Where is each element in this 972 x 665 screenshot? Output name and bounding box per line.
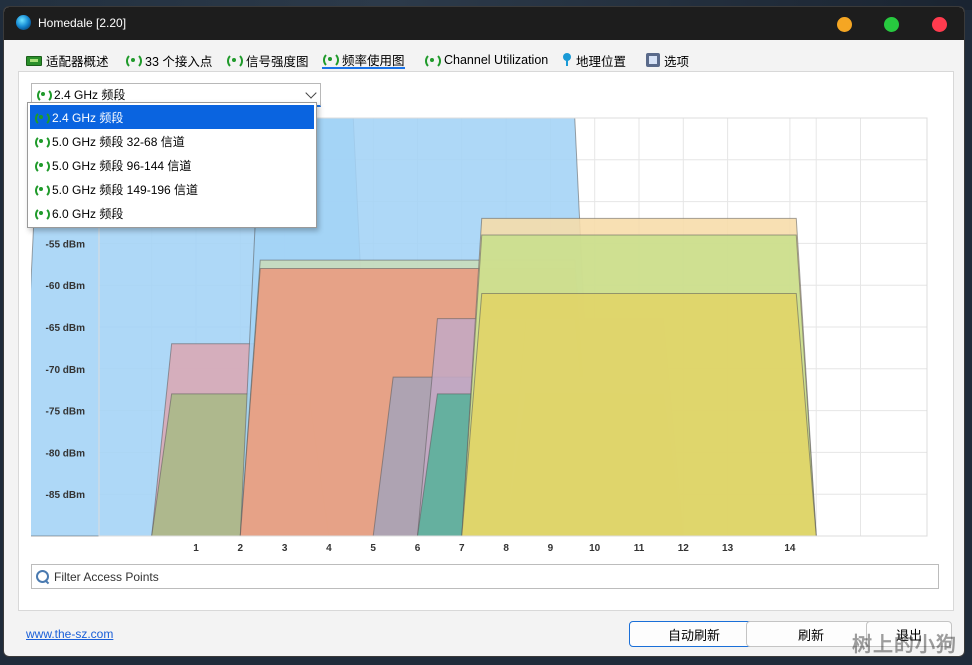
close-button[interactable]: [932, 17, 947, 32]
chevron-down-icon: [305, 87, 317, 99]
chart-x-tick-label: 5: [370, 543, 376, 554]
tab-label: 选项: [664, 54, 690, 69]
band-select-value: 2.4 GHz 频段: [54, 88, 126, 102]
signal-icon: [34, 134, 50, 150]
tab-label: 信号强度图: [246, 54, 309, 69]
tab-label: 适配器概述: [46, 54, 109, 69]
chart-x-tick-label: 11: [634, 543, 645, 554]
window-title: Homedale [2.20]: [38, 16, 127, 30]
chart-x-tick-label: 13: [722, 543, 734, 554]
band-option-label: 2.4 GHz 频段: [52, 110, 124, 125]
chart-x-tick-label: 6: [415, 543, 421, 554]
watermark: 树上的小狗: [852, 634, 957, 656]
signal-icon: [34, 206, 50, 222]
tab-label: 频率使用图: [342, 53, 405, 68]
signal-icon: [226, 53, 243, 69]
chart-x-tick-label: 7: [459, 543, 465, 554]
tab-channel-utilization[interactable]: Channel Utilization: [424, 51, 548, 69]
chart-x-tick-label: 12: [678, 543, 690, 554]
tab-frequency-usage[interactable]: 频率使用图: [322, 51, 405, 69]
minimize-button[interactable]: [837, 17, 852, 32]
band-option[interactable]: 5.0 GHz 频段 96-144 信道: [30, 153, 314, 177]
chart-y-tick-label: -70 dBm: [46, 365, 86, 376]
tab-adapter-overview[interactable]: 适配器概述: [26, 51, 109, 69]
signal-icon: [125, 53, 142, 69]
signal-icon: [322, 52, 339, 68]
filter-input[interactable]: Filter Access Points: [31, 564, 939, 589]
signal-icon: [36, 88, 52, 103]
chart-x-tick-label: 4: [326, 543, 332, 554]
chart-y-tick-label: -55 dBm: [46, 239, 86, 250]
chart-y-tick-label: -65 dBm: [46, 323, 86, 334]
tab-geo-location[interactable]: 地理位置: [562, 51, 626, 69]
chart-x-tick-label: 8: [503, 543, 509, 554]
signal-icon: [34, 158, 50, 174]
options-icon: [646, 53, 660, 67]
band-option[interactable]: 6.0 GHz 频段: [30, 201, 314, 225]
band-option-label: 5.0 GHz 频段 96-144 信道: [52, 158, 192, 173]
chart-x-tick-label: 3: [282, 543, 288, 554]
auto-refresh-button[interactable]: 自动刷新: [629, 621, 759, 647]
signal-icon: [34, 110, 50, 126]
adapter-icon: [26, 56, 42, 66]
tab-options[interactable]: 选项: [646, 51, 689, 69]
chart-y-tick-label: -80 dBm: [46, 448, 86, 459]
band-option[interactable]: 2.4 GHz 频段: [30, 105, 314, 129]
signal-icon: [34, 182, 50, 198]
maximize-button[interactable]: [884, 17, 899, 32]
chart-x-tick-label: 2: [238, 543, 244, 554]
title-bar[interactable]: Homedale [2.20]: [4, 7, 964, 40]
tab-label: 33 个接入点: [145, 54, 213, 69]
band-dropdown-list: 2.4 GHz 频段 5.0 GHz 频段 32-68 信道 5.0 GHz 频…: [27, 102, 317, 228]
chart-y-tick-label: -85 dBm: [46, 490, 86, 501]
band-option-label: 5.0 GHz 频段 149-196 信道: [52, 182, 199, 197]
location-pin-icon: [562, 53, 572, 67]
tab-bar: 适配器概述 33 个接入点 信号强度图 频率使用图 Channel Utiliz…: [22, 47, 952, 71]
chart-x-tick-label: 10: [589, 543, 601, 554]
tab-access-points[interactable]: 33 个接入点: [125, 51, 212, 69]
chart-y-tick-label: -75 dBm: [46, 407, 86, 418]
chart-y-tick-label: -60 dBm: [46, 281, 86, 292]
tab-label: Channel Utilization: [444, 53, 549, 67]
search-icon: [36, 569, 50, 584]
tab-label: 地理位置: [576, 54, 627, 69]
tab-signal-graph[interactable]: 信号强度图: [226, 51, 309, 69]
chart-x-tick-label: 14: [784, 543, 796, 554]
signal-icon: [424, 53, 441, 69]
website-link[interactable]: www.the-sz.com: [26, 627, 113, 641]
band-option-label: 5.0 GHz 频段 32-68 信道: [52, 134, 185, 149]
filter-placeholder: Filter Access Points: [54, 569, 159, 584]
band-option[interactable]: 5.0 GHz 频段 149-196 信道: [30, 177, 314, 201]
chart-x-tick-label: 9: [548, 543, 554, 554]
chart-x-tick-label: 1: [193, 543, 199, 554]
globe-icon: [16, 15, 31, 30]
chart-series-area: [461, 293, 817, 537]
band-option-label: 6.0 GHz 频段: [52, 206, 124, 221]
band-option[interactable]: 5.0 GHz 频段 32-68 信道: [30, 129, 314, 153]
